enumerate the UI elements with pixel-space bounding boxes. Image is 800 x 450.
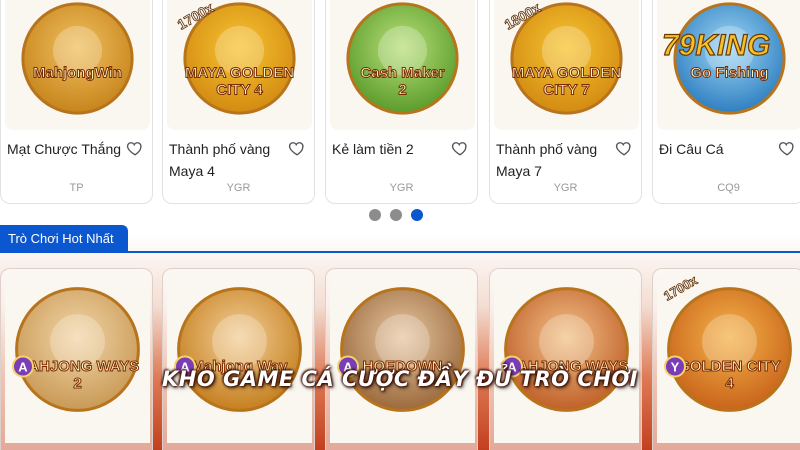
carousel-pagination xyxy=(369,209,423,221)
heart-icon[interactable] xyxy=(778,139,796,157)
game-thumbnail[interactable]: MahjongWin xyxy=(5,0,150,130)
game-provider: YGR xyxy=(553,182,578,194)
svg-text:Cash Maker: Cash Maker xyxy=(360,65,444,82)
svg-text:2: 2 xyxy=(398,82,406,99)
game-title: Đi Câu Cá xyxy=(659,141,724,157)
tab-hot-games[interactable]: Trò Chơi Hot Nhất xyxy=(0,225,128,252)
svg-text:MAYA GOLDEN: MAYA GOLDEN xyxy=(185,65,294,82)
game-thumbnail[interactable]: GOLDEN CITY 4 Y 1700x xyxy=(657,273,800,443)
banner-caption: KHO GAME CÁ CƯỢC ĐẦY ĐỦ TRÒ CHƠI xyxy=(161,367,638,391)
section-divider xyxy=(0,251,800,253)
game-thumbnail[interactable]: MAYA GOLDEN CITY 7 1800x xyxy=(494,0,639,130)
hot-game-card[interactable]: MAHJONG WAYS A xyxy=(489,268,642,450)
heart-icon[interactable] xyxy=(126,139,144,157)
game-card[interactable]: MAYA GOLDEN CITY 7 1800x Thành phố vàng Ma… xyxy=(489,0,642,204)
svg-text:CITY 7: CITY 7 xyxy=(543,82,589,99)
hot-game-card[interactable]: HOEDOWN A xyxy=(325,268,478,450)
game-card[interactable]: Cash Maker 2 Kẻ làm tiền 2 YGR xyxy=(325,0,478,204)
game-title: Thành phố vàng Maya 7 xyxy=(496,141,598,179)
game-provider: YGR xyxy=(389,182,414,194)
carousel-dot[interactable] xyxy=(390,209,402,221)
hot-game-card[interactable]: MAHJONG WAYS 2 A xyxy=(0,268,153,450)
game-thumbnail[interactable]: MAHJONG WAYS 2 A xyxy=(5,273,150,443)
game-thumbnail[interactable]: HOEDOWN A xyxy=(330,273,475,443)
carousel-dot[interactable] xyxy=(369,209,381,221)
game-card[interactable]: MAYA GOLDEN CITY 4 1700x Thành phố vàng Ma… xyxy=(162,0,315,204)
game-card[interactable]: MahjongWin Mạt Chược Thắng TP xyxy=(0,0,153,204)
game-thumbnail[interactable]: Mahjong Way A xyxy=(167,273,312,443)
game-title: Thành phố vàng Maya 4 xyxy=(169,141,271,179)
heart-icon[interactable] xyxy=(615,139,633,157)
heart-icon[interactable] xyxy=(451,139,469,157)
heart-icon[interactable] xyxy=(288,139,306,157)
game-provider: CQ9 xyxy=(717,182,740,194)
hot-games-row: MAHJONG WAYS 2 A Mahjong Way A HOEDOWN A MAH… xyxy=(0,268,800,450)
game-thumbnail[interactable]: MAHJONG WAYS A xyxy=(494,273,639,443)
game-thumbnail[interactable]: MAYA GOLDEN CITY 4 1700x xyxy=(167,0,312,130)
carousel-dot-active[interactable] xyxy=(411,209,423,221)
hot-game-card[interactable]: GOLDEN CITY 4 Y 1700x xyxy=(652,268,800,450)
game-provider: TP xyxy=(69,182,84,194)
game-title: Mạt Chược Thắng xyxy=(7,141,122,157)
site-logo: 79KING xyxy=(660,25,790,70)
svg-text:MahjongWin: MahjongWin xyxy=(33,65,122,82)
game-thumbnail[interactable]: Cash Maker 2 xyxy=(330,0,475,130)
game-title: Kẻ làm tiền 2 xyxy=(332,141,414,157)
svg-text:MAYA GOLDEN: MAYA GOLDEN xyxy=(512,65,621,82)
svg-text:79KING: 79KING xyxy=(662,29,770,62)
game-provider: YGR xyxy=(226,182,251,194)
svg-text:CITY 4: CITY 4 xyxy=(216,82,263,99)
hot-game-card[interactable]: Mahjong Way A xyxy=(162,268,315,450)
